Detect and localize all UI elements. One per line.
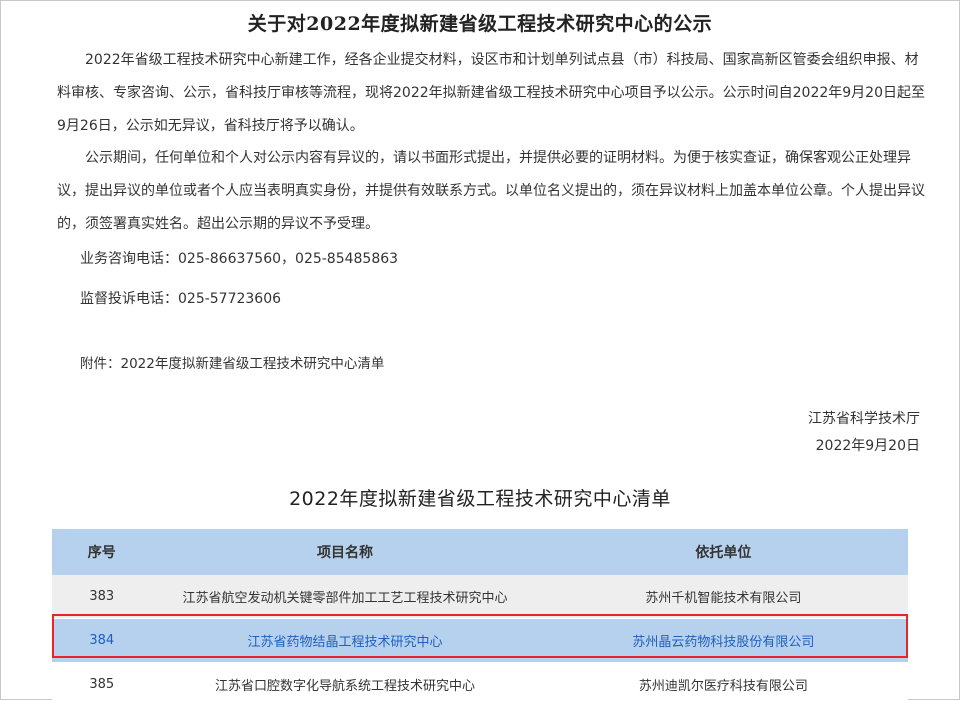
notice-paragraph-2: 公示期间，任何单位和个人对公示内容有异议的，请以书面形式提出，并提供必要的证明材… (57, 150, 925, 232)
table-header-row: 序号 项目名称 依托单位 (52, 529, 908, 575)
signature-date: 2022年9月20日 (815, 438, 920, 454)
header-host-unit: 依托单位 (538, 529, 908, 575)
table-row: 383 江苏省航空发动机关键零部件加工工艺工程技术研究中心 苏州千机智能技术有限… (52, 575, 908, 619)
notice-title: 关于对2022年度拟新建省级工程技术研究中心的公示 (247, 13, 713, 35)
row-number: 383 (52, 575, 152, 619)
row-project-name[interactable]: 江苏省药物结晶工程技术研究中心 (151, 618, 539, 663)
signature-organization: 江苏省科学技术厅 (808, 411, 920, 427)
row-host-unit: 苏州千机智能技术有限公司 (538, 575, 908, 619)
attachment-line: 附件：2022年度拟新建省级工程技术研究中心清单 (80, 356, 385, 372)
project-list-table: 序号 项目名称 依托单位 383 江苏省航空发动机关键零部件加工工艺工程技术研究… (52, 529, 908, 707)
table-row-highlighted: 384 江苏省药物结晶工程技术研究中心 苏州晶云药物科技股份有限公司 (52, 618, 908, 663)
notice-paragraph-1: 2022年省级工程技术研究中心新建工作，经各企业提交材料，设区市和计划单列试点县… (57, 52, 925, 134)
list-title: 2022年度拟新建省级工程技术研究中心清单 (289, 488, 671, 510)
complaint-phone-line: 监督投诉电话：025-57723606 (80, 291, 282, 307)
header-number: 序号 (52, 529, 152, 575)
header-project-name: 项目名称 (151, 529, 539, 575)
business-phone-line: 业务咨询电话：025-86637560，025-85485863 (80, 251, 399, 267)
row-host-unit[interactable]: 苏州晶云药物科技股份有限公司 (538, 618, 908, 663)
row-number: 384 (52, 618, 152, 663)
row-project-name: 江苏省航空发动机关键零部件加工工艺工程技术研究中心 (151, 575, 539, 619)
